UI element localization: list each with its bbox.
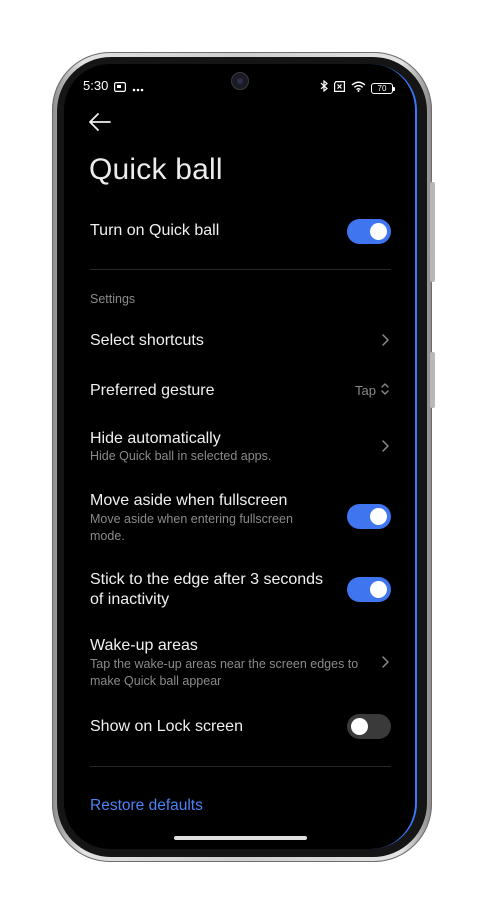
- front-camera: [231, 72, 249, 90]
- wake-up-areas-description-line1: Tap the wake-up areas near the screen ed…: [90, 657, 359, 671]
- home-indicator[interactable]: [174, 836, 307, 840]
- toggle-knob: [370, 508, 387, 525]
- volume-button: [430, 182, 435, 282]
- status-time: 5:30: [83, 78, 109, 93]
- preferred-gesture-value[interactable]: Tap: [355, 383, 376, 398]
- wake-up-areas-description-line2: make Quick ball appear: [90, 674, 222, 688]
- chevron-right-icon: [380, 333, 390, 352]
- page-title: Quick ball: [89, 153, 223, 186]
- stick-to-edge-toggle[interactable]: [347, 577, 391, 602]
- preferred-gesture-item[interactable]: Preferred gesture: [90, 381, 215, 401]
- gallery-icon: [114, 79, 127, 97]
- move-aside-description-line1: Move aside when entering fullscreen: [90, 512, 293, 526]
- back-arrow-icon[interactable]: [88, 112, 112, 137]
- move-aside-description-line2: mode.: [90, 529, 125, 543]
- status-right-icons: 70: [320, 79, 395, 97]
- move-aside-label: Move aside when fullscreen: [90, 492, 288, 509]
- chevron-up-down-icon: [380, 381, 390, 402]
- wifi-icon: [351, 79, 366, 97]
- lock-screen-toggle[interactable]: [347, 714, 391, 739]
- chevron-right-icon: [380, 439, 390, 458]
- divider: [90, 766, 391, 767]
- restore-defaults-link[interactable]: Restore defaults: [90, 797, 203, 815]
- turn-on-quick-ball-label: Turn on Quick ball: [90, 222, 220, 239]
- lock-screen-label: Show on Lock screen: [90, 718, 243, 735]
- bluetooth-icon: [320, 79, 328, 97]
- battery-icon: 70: [371, 82, 395, 94]
- quick-ball-toggle[interactable]: [347, 219, 391, 244]
- more-icon: [132, 79, 144, 97]
- toggle-knob: [370, 223, 387, 240]
- toggle-knob: [370, 581, 387, 598]
- move-aside-toggle[interactable]: [347, 504, 391, 529]
- section-label-settings: Settings: [90, 292, 136, 306]
- power-button: [430, 352, 435, 408]
- chevron-right-icon: [380, 655, 390, 674]
- hide-automatically-item[interactable]: Hide automatically: [90, 429, 221, 449]
- wake-up-areas-item[interactable]: Wake-up areas: [90, 636, 198, 656]
- stick-to-edge-label-line1: Stick to the edge after 3 seconds: [90, 571, 324, 588]
- select-shortcuts-item[interactable]: Select shortcuts: [90, 331, 204, 351]
- status-left-icons: [114, 79, 144, 97]
- toggle-knob: [351, 718, 368, 735]
- hide-automatically-description: Hide Quick ball in selected apps.: [90, 449, 272, 463]
- no-sim-icon: [333, 79, 346, 97]
- stick-to-edge-label-line2: of inactivity: [90, 591, 170, 608]
- divider: [90, 269, 391, 270]
